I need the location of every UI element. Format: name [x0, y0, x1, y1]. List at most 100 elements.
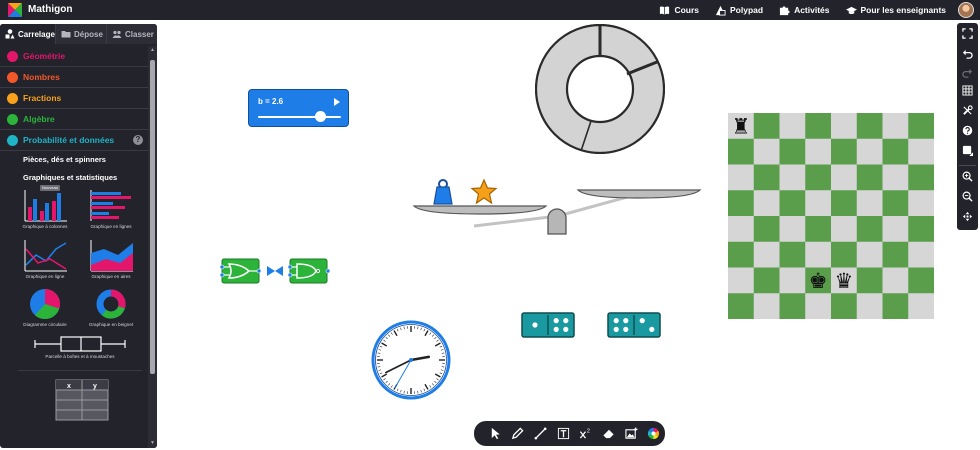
board-square[interactable] [856, 216, 883, 243]
category-probabilite[interactable]: Probabilité et données ? [0, 130, 148, 151]
board-square[interactable] [908, 241, 934, 268]
board-square[interactable] [831, 113, 858, 140]
line-tool[interactable] [529, 424, 552, 444]
user-avatar[interactable] [958, 2, 974, 18]
board-square[interactable] [856, 293, 883, 319]
nav-cours[interactable]: Cours [659, 3, 699, 17]
board-square[interactable] [805, 293, 832, 319]
color-tool[interactable] [642, 424, 665, 444]
category-nombres[interactable]: Nombres [0, 67, 148, 88]
board-square[interactable] [831, 241, 858, 268]
nav-enseignants[interactable]: Pour les enseignants [845, 3, 946, 17]
bowtie-connector[interactable] [267, 266, 283, 276]
chessboard[interactable]: ♜ ♚ ♛ [728, 113, 934, 319]
balance-scale[interactable] [410, 176, 705, 240]
board-square[interactable] [882, 267, 909, 294]
board-square[interactable] [805, 113, 832, 140]
board-square[interactable] [805, 241, 832, 268]
play-icon[interactable] [334, 98, 340, 106]
board-square[interactable] [779, 293, 806, 319]
board-square[interactable] [779, 190, 806, 217]
tab-carrelage[interactable]: Carrelage [0, 24, 56, 44]
board-square[interactable] [753, 164, 780, 191]
text-tool[interactable] [552, 424, 575, 444]
board-square[interactable] [882, 164, 909, 191]
board-square[interactable] [831, 138, 858, 165]
tile-bar-chart[interactable]: Graphique en lignes [80, 189, 142, 229]
redo-button[interactable] [960, 65, 975, 80]
help-button[interactable] [960, 123, 975, 138]
tile-pie-chart[interactable]: Diagramme circulaire [14, 287, 76, 327]
slider-track[interactable] [258, 116, 341, 118]
mathigon-logo[interactable]: Mathigon [8, 3, 72, 17]
board-square[interactable] [856, 267, 883, 294]
board-square[interactable] [728, 164, 755, 191]
tab-classer[interactable]: Classer [107, 24, 157, 44]
board-square[interactable] [805, 216, 832, 243]
zoom-out-button[interactable] [960, 189, 975, 204]
tools-button[interactable] [960, 103, 975, 118]
undo-button[interactable] [960, 46, 975, 61]
board-square[interactable] [882, 113, 909, 140]
tile-column-chart[interactable]: Nouveau Graphique à colonnes [14, 185, 76, 229]
help-icon[interactable]: ? [133, 135, 143, 145]
tile-box-plot[interactable]: Parcelle à boîtes et à moustaches [14, 335, 146, 359]
scrollbar-thumb[interactable] [150, 60, 155, 374]
analog-clock[interactable] [371, 320, 451, 400]
board-square[interactable] [753, 113, 780, 140]
star-icon[interactable] [470, 178, 498, 205]
board-square[interactable] [779, 241, 806, 268]
board-square[interactable] [831, 216, 858, 243]
zoom-in-button[interactable] [960, 169, 975, 184]
board-square[interactable] [908, 138, 934, 165]
board-square[interactable] [831, 293, 858, 319]
tile-line-graph[interactable]: Graphique en ligne [14, 239, 76, 279]
select-tool[interactable] [484, 424, 507, 444]
equation-tool[interactable]: 2 [575, 424, 598, 444]
board-square[interactable] [779, 216, 806, 243]
board-square[interactable] [908, 190, 934, 217]
board-square[interactable] [753, 138, 780, 165]
domino-2[interactable] [607, 312, 661, 338]
board-square[interactable] [908, 293, 934, 319]
tile-area-chart[interactable]: Graphique en aires [80, 239, 142, 279]
subsection-pieces[interactable]: Pièces, dés et spinners [0, 151, 148, 169]
image-tool[interactable] [620, 424, 643, 444]
board-square[interactable] [856, 164, 883, 191]
category-geometrie[interactable]: Géométrie [0, 46, 148, 67]
pen-tool[interactable] [507, 424, 530, 444]
slider-knob[interactable] [314, 111, 326, 122]
tile-donut-chart[interactable]: Graphique en beignet [80, 287, 142, 327]
variable-slider[interactable]: b = 2.6 [248, 89, 349, 127]
board-square[interactable] [882, 216, 909, 243]
board-square[interactable] [753, 267, 780, 294]
logic-gates[interactable] [219, 258, 332, 284]
tile-table[interactable]: x y [55, 379, 109, 421]
board-square[interactable] [728, 138, 755, 165]
board-square[interactable] [753, 216, 780, 243]
category-fractions[interactable]: Fractions [0, 88, 148, 109]
board-square[interactable] [779, 138, 806, 165]
donut-spinner[interactable] [535, 24, 665, 154]
scroll-down-icon[interactable]: ▼ [149, 440, 156, 446]
board-square[interactable] [882, 241, 909, 268]
board-square[interactable] [908, 267, 934, 294]
board-square[interactable] [831, 190, 858, 217]
domino-1[interactable] [521, 312, 575, 338]
sidebar-scrollbar[interactable]: ▲ ▼ [148, 46, 157, 448]
category-algebre[interactable]: Algèbre [0, 109, 148, 130]
board-square[interactable] [856, 138, 883, 165]
board-square[interactable] [805, 164, 832, 191]
board-square[interactable] [856, 113, 883, 140]
board-square[interactable] [728, 293, 755, 319]
board-square[interactable] [753, 190, 780, 217]
board-square[interactable] [908, 164, 934, 191]
or-gate[interactable] [219, 258, 262, 284]
board-square[interactable] [753, 241, 780, 268]
tab-depose[interactable]: Dépose [56, 24, 107, 44]
pan-button[interactable] [960, 209, 975, 224]
board-square[interactable] [882, 190, 909, 217]
board-square[interactable] [779, 113, 806, 140]
not-gate[interactable] [287, 258, 331, 284]
board-square[interactable] [728, 190, 755, 217]
